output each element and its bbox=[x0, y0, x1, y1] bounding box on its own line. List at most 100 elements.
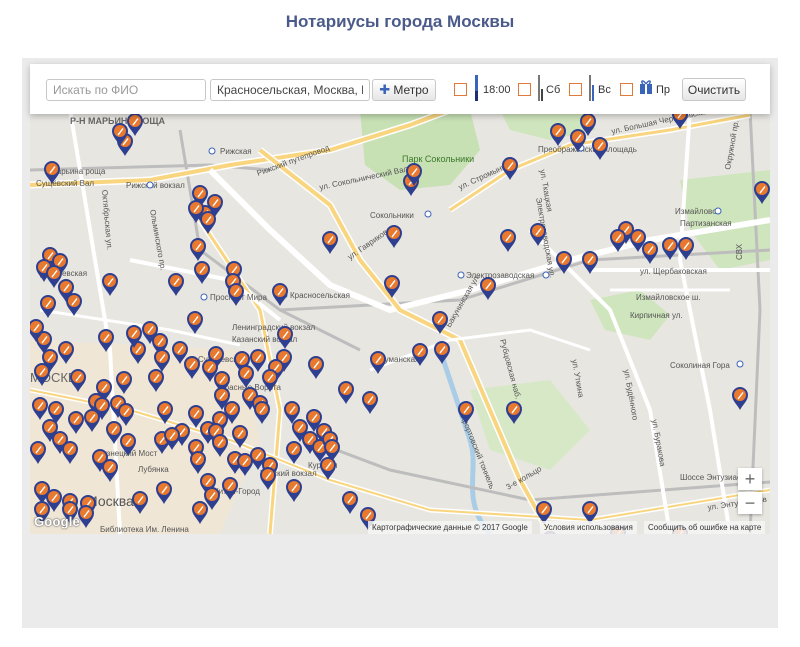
notary-marker-icon[interactable] bbox=[228, 283, 244, 306]
notary-marker-icon[interactable] bbox=[272, 283, 288, 306]
notary-marker-icon[interactable] bbox=[338, 381, 354, 404]
notary-marker-icon[interactable] bbox=[168, 273, 184, 296]
notary-marker-icon[interactable] bbox=[116, 371, 132, 394]
metro-button[interactable]: ✚ Метро bbox=[372, 79, 436, 101]
checkbox-sunday[interactable] bbox=[569, 83, 582, 96]
notary-marker-icon[interactable] bbox=[78, 505, 94, 528]
notary-marker-icon[interactable] bbox=[342, 491, 358, 514]
map-data-credit: Картографические данные © 2017 Google bbox=[368, 521, 532, 534]
notary-marker-icon[interactable] bbox=[68, 411, 84, 434]
notary-marker-icon[interactable] bbox=[662, 237, 678, 260]
checkbox-label-sunday: Вс bbox=[598, 84, 611, 96]
notary-marker-icon[interactable] bbox=[458, 401, 474, 424]
notary-marker-icon[interactable] bbox=[132, 491, 148, 514]
notary-marker-icon[interactable] bbox=[58, 341, 74, 364]
notary-marker-icon[interactable] bbox=[102, 459, 118, 482]
metro-button-label: Метро bbox=[393, 83, 429, 97]
notary-marker-icon[interactable] bbox=[582, 251, 598, 274]
notary-marker-icon[interactable] bbox=[262, 369, 278, 392]
notary-marker-icon[interactable] bbox=[187, 311, 203, 334]
notary-marker-icon[interactable] bbox=[434, 341, 450, 364]
notary-marker-icon[interactable] bbox=[190, 238, 206, 261]
notary-marker-icon[interactable] bbox=[34, 363, 50, 386]
notary-marker-icon[interactable] bbox=[480, 277, 496, 300]
notary-marker-icon[interactable] bbox=[148, 369, 164, 392]
notary-markers[interactable] bbox=[30, 110, 770, 534]
zoom-in-button[interactable]: + bbox=[738, 468, 762, 490]
notary-marker-icon[interactable] bbox=[502, 157, 518, 180]
notary-marker-icon[interactable] bbox=[184, 356, 200, 379]
notary-marker-icon[interactable] bbox=[40, 295, 56, 318]
notary-marker-icon[interactable] bbox=[556, 251, 572, 274]
notary-marker-icon[interactable] bbox=[592, 137, 608, 160]
checkbox-after-18[interactable] bbox=[454, 83, 467, 96]
notary-marker-icon[interactable] bbox=[384, 275, 400, 298]
notary-marker-icon[interactable] bbox=[102, 273, 118, 296]
notary-marker-icon[interactable] bbox=[127, 113, 143, 136]
notary-marker-icon[interactable] bbox=[432, 311, 448, 334]
checkbox-label-holiday: Пр bbox=[656, 84, 671, 96]
notary-marker-icon[interactable] bbox=[44, 161, 60, 184]
zoom-out-button[interactable]: − bbox=[738, 492, 762, 514]
notary-marker-icon[interactable] bbox=[732, 387, 748, 410]
notary-marker-icon[interactable] bbox=[386, 225, 402, 248]
notary-marker-icon[interactable] bbox=[308, 356, 324, 379]
sunday-icon bbox=[589, 75, 594, 101]
notary-marker-icon[interactable] bbox=[118, 403, 134, 426]
notary-marker-icon[interactable] bbox=[222, 477, 238, 500]
notary-marker-icon[interactable] bbox=[506, 401, 522, 424]
map-report-link[interactable]: Сообщить об ошибке на карте bbox=[644, 521, 766, 534]
notary-marker-icon[interactable] bbox=[500, 229, 516, 252]
notary-marker-icon[interactable] bbox=[120, 433, 136, 456]
holiday-gift-icon bbox=[640, 80, 652, 94]
notary-marker-icon[interactable] bbox=[550, 123, 566, 146]
notary-marker-icon[interactable] bbox=[66, 293, 82, 316]
notary-marker-icon[interactable] bbox=[320, 457, 336, 480]
notary-marker-icon[interactable] bbox=[238, 365, 254, 388]
notary-marker-icon[interactable] bbox=[192, 501, 208, 524]
notary-marker-icon[interactable] bbox=[260, 467, 276, 490]
notary-marker-icon[interactable] bbox=[277, 326, 293, 349]
notary-marker-icon[interactable] bbox=[642, 241, 658, 264]
notary-marker-icon[interactable] bbox=[106, 421, 122, 444]
notary-marker-icon[interactable] bbox=[254, 401, 270, 424]
notary-marker-icon[interactable] bbox=[286, 441, 302, 464]
google-logo: Google bbox=[34, 514, 80, 529]
notary-marker-icon[interactable] bbox=[412, 343, 428, 366]
checkbox-label-saturday: Сб bbox=[546, 84, 561, 96]
notary-marker-icon[interactable] bbox=[30, 441, 46, 464]
notary-marker-icon[interactable] bbox=[678, 237, 694, 260]
notary-marker-icon[interactable] bbox=[32, 397, 48, 420]
notary-marker-icon[interactable] bbox=[362, 391, 378, 414]
notary-marker-icon[interactable] bbox=[212, 434, 228, 457]
address-input[interactable] bbox=[210, 79, 370, 101]
notary-marker-icon[interactable] bbox=[194, 261, 210, 284]
notary-marker-icon[interactable] bbox=[286, 479, 302, 502]
notary-marker-icon[interactable] bbox=[98, 329, 114, 352]
clock-hours-icon bbox=[475, 75, 478, 101]
plus-icon: ✚ bbox=[379, 82, 391, 97]
map-terms-link[interactable]: Условия использования bbox=[540, 521, 637, 534]
checkbox-label-18: 18:00 bbox=[483, 84, 511, 96]
notary-marker-icon[interactable] bbox=[84, 409, 100, 432]
notary-marker-icon[interactable] bbox=[232, 425, 248, 448]
notary-marker-icon[interactable] bbox=[570, 129, 586, 152]
notary-marker-icon[interactable] bbox=[70, 369, 86, 392]
notary-marker-icon[interactable] bbox=[62, 441, 78, 464]
notary-marker-icon[interactable] bbox=[154, 349, 170, 372]
notary-marker-icon[interactable] bbox=[156, 481, 172, 504]
notary-marker-icon[interactable] bbox=[610, 229, 626, 252]
name-search-input[interactable] bbox=[46, 79, 206, 101]
checkbox-holiday[interactable] bbox=[620, 83, 633, 96]
notary-marker-icon[interactable] bbox=[370, 351, 386, 374]
checkbox-saturday[interactable] bbox=[518, 83, 531, 96]
notary-marker-icon[interactable] bbox=[322, 231, 338, 254]
notary-marker-icon[interactable] bbox=[530, 223, 546, 246]
clear-button[interactable]: Очистить bbox=[682, 78, 746, 101]
saturday-icon bbox=[538, 75, 543, 101]
notary-marker-icon[interactable] bbox=[754, 181, 770, 204]
map[interactable]: Р-Н МАРЬИНА РОЩА Марьина роща Сущёвский … bbox=[30, 110, 770, 534]
notary-marker-icon[interactable] bbox=[190, 451, 206, 474]
notary-marker-icon[interactable] bbox=[157, 401, 173, 424]
notary-marker-icon[interactable] bbox=[200, 211, 216, 234]
